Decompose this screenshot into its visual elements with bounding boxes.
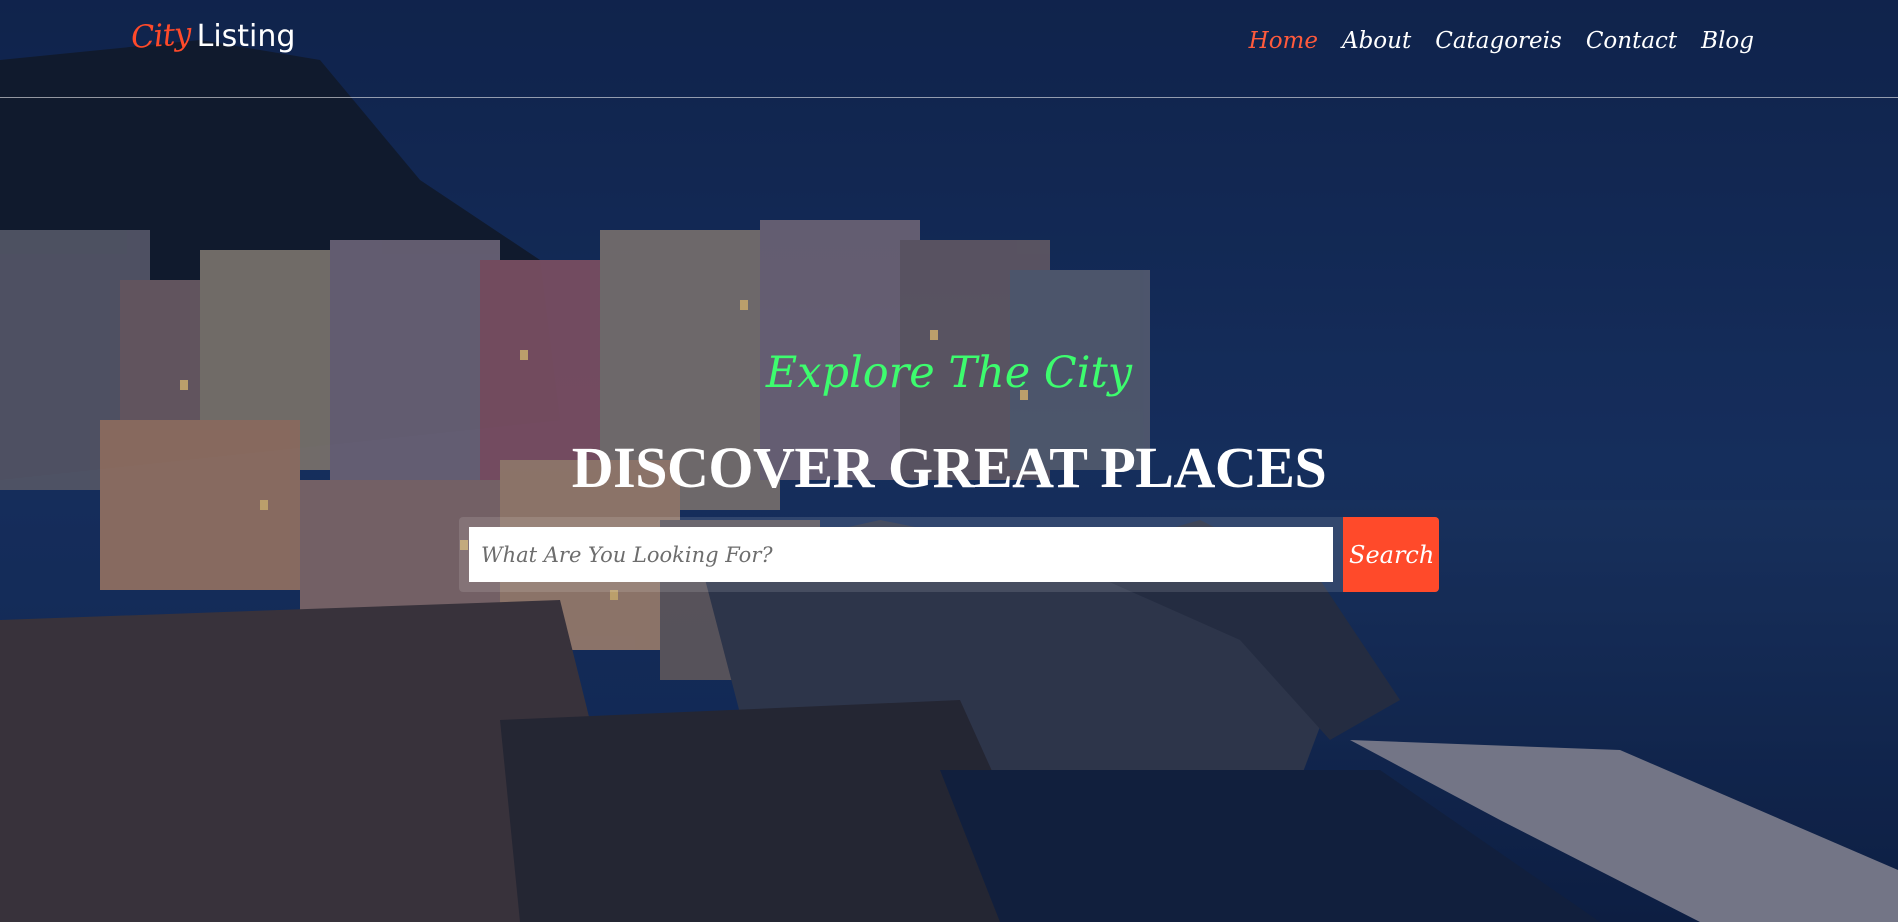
site-header: City Listing Home About Catagoreis Conta…	[0, 0, 1898, 98]
hero-section: City Listing Home About Catagoreis Conta…	[0, 0, 1898, 922]
nav-blog[interactable]: Blog	[1701, 28, 1754, 54]
logo-city-text: City	[129, 15, 192, 57]
nav-contact[interactable]: Contact	[1586, 28, 1677, 54]
search-bar: Search	[459, 517, 1439, 592]
search-button[interactable]: Search	[1343, 517, 1439, 592]
hero-headline: DISCOVER GREAT PLACES	[571, 435, 1327, 500]
nav-categories[interactable]: Catagoreis	[1435, 28, 1562, 54]
nav-home[interactable]: Home	[1249, 28, 1318, 54]
logo[interactable]: City Listing	[129, 15, 296, 70]
main-nav: Home About Catagoreis Contact Blog	[1249, 28, 1754, 54]
nav-about[interactable]: About	[1342, 28, 1411, 54]
hero-tagline: Explore The City	[765, 348, 1133, 398]
search-input[interactable]	[469, 527, 1333, 582]
logo-listing-text: Listing	[196, 19, 296, 54]
